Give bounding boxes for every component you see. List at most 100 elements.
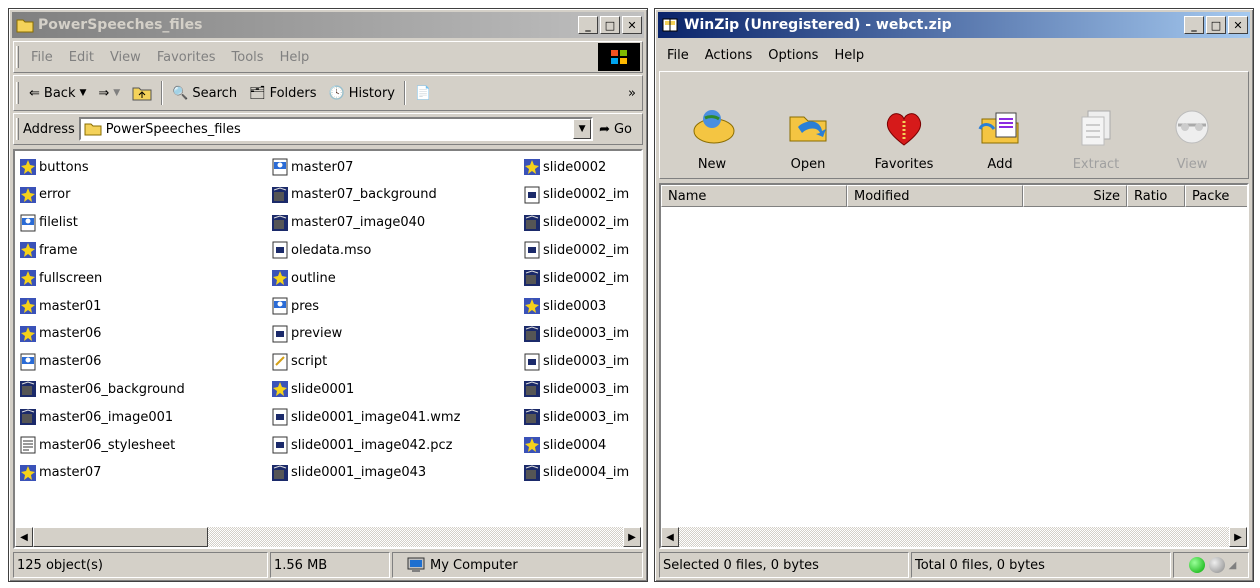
close-button[interactable]: ✕: [1228, 16, 1248, 34]
file-item[interactable]: slide0001_image042.pcz: [271, 434, 453, 456]
minimize-button[interactable]: _: [578, 16, 598, 34]
file-item[interactable]: filelist: [19, 212, 78, 234]
file-item[interactable]: slide0003_im: [523, 323, 629, 345]
file-item[interactable]: master07_image040: [271, 212, 425, 234]
scroll-left-button[interactable]: ◀: [15, 527, 33, 547]
file-item[interactable]: buttons: [19, 156, 89, 178]
history-button[interactable]: 🕓 History: [323, 84, 401, 103]
file-name: master06_stylesheet: [39, 437, 176, 453]
menu-options[interactable]: Options: [760, 46, 826, 65]
file-item[interactable]: master06_image001: [19, 406, 173, 428]
xml-file-icon: [20, 214, 36, 232]
new-button[interactable]: New: [664, 94, 760, 178]
file-item[interactable]: master06_background: [19, 378, 185, 400]
file-item[interactable]: slide0002_im: [523, 239, 629, 261]
file-item[interactable]: slide0001_image043: [271, 462, 426, 484]
file-name: slide0003: [543, 298, 607, 314]
file-item[interactable]: master06: [19, 351, 101, 373]
scroll-thumb[interactable]: [33, 527, 209, 547]
folders-button[interactable]: 🗂 Folders: [243, 84, 322, 103]
file-item[interactable]: slide0001: [271, 378, 354, 400]
toolbar-overflow-button[interactable]: »: [622, 84, 642, 103]
column-size[interactable]: Size: [1023, 185, 1127, 207]
address-dropdown-button[interactable]: ▼: [573, 119, 592, 139]
extract-button[interactable]: Extract: [1048, 94, 1144, 178]
menu-help[interactable]: Help: [272, 48, 318, 67]
file-item[interactable]: master07_background: [271, 184, 437, 206]
forward-button[interactable]: ⇒ ▼: [92, 84, 126, 103]
menu-edit[interactable]: Edit: [61, 48, 102, 67]
file-item[interactable]: error: [19, 184, 70, 206]
file-item[interactable]: master01: [19, 295, 101, 317]
menu-help[interactable]: Help: [826, 46, 872, 65]
maximize-button[interactable]: □: [600, 16, 620, 34]
winzip-title-bar[interactable]: WinZip (Unregistered) - webct.zip _ □ ✕: [658, 12, 1250, 38]
search-label: Search: [192, 85, 238, 101]
file-item[interactable]: master06_stylesheet: [19, 434, 175, 456]
maximize-button[interactable]: □: [1206, 16, 1226, 34]
image-file-icon: [524, 381, 540, 398]
file-item[interactable]: pres: [271, 295, 319, 317]
scroll-right-button[interactable]: ▶: [623, 527, 641, 547]
file-item[interactable]: outline: [271, 267, 336, 289]
file-item[interactable]: slide0004_im: [523, 462, 629, 484]
html-page-icon: [20, 298, 36, 314]
back-button[interactable]: ⇐ Back ▼: [23, 84, 92, 103]
resize-grip-icon[interactable]: ◢: [1229, 560, 1237, 571]
forward-arrow-icon: ⇒: [98, 85, 110, 101]
column-packed[interactable]: Packe: [1185, 185, 1247, 207]
file-name: slide0001_image042.pcz: [291, 437, 453, 453]
file-item[interactable]: fullscreen: [19, 267, 102, 289]
file-item[interactable]: slide0003_im: [523, 351, 629, 373]
file-item[interactable]: script: [271, 351, 327, 373]
file-name: master07_image040: [291, 215, 426, 231]
file-item[interactable]: slide0004: [523, 434, 606, 456]
explorer-title-bar[interactable]: PowerSpeeches_files _ □ ✕: [12, 12, 644, 38]
favorites-label: Favorites: [874, 157, 934, 172]
close-button[interactable]: ✕: [622, 16, 642, 34]
file-item[interactable]: master06: [19, 323, 101, 345]
go-button[interactable]: ➦ Go: [593, 120, 638, 139]
file-item[interactable]: slide0003: [523, 295, 606, 317]
add-button[interactable]: Add: [952, 94, 1048, 178]
address-input[interactable]: PowerSpeeches_files ▼: [78, 117, 594, 141]
move-to-button[interactable]: 📄: [409, 84, 437, 103]
file-item[interactable]: preview: [271, 323, 342, 345]
file-item[interactable]: slide0003_im: [523, 378, 629, 400]
view-button[interactable]: View: [1144, 94, 1240, 178]
image-file-icon: [20, 381, 36, 398]
menu-view[interactable]: View: [102, 48, 149, 67]
file-list-pane: buttons error filelist frame fullscreen maste…: [13, 149, 643, 549]
open-button[interactable]: Open: [760, 94, 856, 178]
scroll-left-button[interactable]: ◀: [661, 527, 679, 547]
file-item[interactable]: master07: [271, 156, 353, 178]
favorites-button[interactable]: Favorites: [856, 94, 952, 178]
html-page-icon: [524, 159, 540, 175]
menu-file[interactable]: File: [23, 48, 61, 67]
file-item[interactable]: slide0002_im: [523, 184, 629, 206]
menu-file[interactable]: File: [659, 46, 697, 65]
column-modified[interactable]: Modified: [847, 185, 1023, 207]
toolbar-overflow-label: »: [628, 85, 636, 101]
horizontal-scrollbar[interactable]: ◀ ▶: [15, 527, 641, 547]
winzip-window: WinZip (Unregistered) - webct.zip _ □ ✕ …: [654, 8, 1254, 582]
menu-tools[interactable]: Tools: [224, 48, 272, 67]
horizontal-scrollbar[interactable]: ◀ ▶: [661, 527, 1247, 547]
file-item[interactable]: frame: [19, 239, 78, 261]
minimize-button[interactable]: _: [1184, 16, 1204, 34]
menu-favorites[interactable]: Favorites: [149, 48, 224, 67]
scroll-right-button[interactable]: ▶: [1229, 527, 1247, 547]
file-item[interactable]: slide0003_im: [523, 406, 629, 428]
file-item[interactable]: oledata.mso: [271, 239, 371, 261]
file-item[interactable]: slide0001_image041.wmz: [271, 406, 460, 428]
file-item[interactable]: slide0002: [523, 156, 606, 178]
up-folder-button[interactable]: [126, 83, 158, 103]
menu-actions[interactable]: Actions: [697, 46, 761, 65]
search-button[interactable]: 🔍 Search: [166, 84, 243, 103]
file-item[interactable]: slide0002_im: [523, 212, 629, 234]
column-name[interactable]: Name: [661, 185, 847, 207]
file-item[interactable]: slide0002_im: [523, 267, 629, 289]
column-ratio[interactable]: Ratio: [1127, 185, 1185, 207]
xml-file-icon: [272, 158, 288, 176]
file-item[interactable]: master07: [19, 462, 101, 484]
